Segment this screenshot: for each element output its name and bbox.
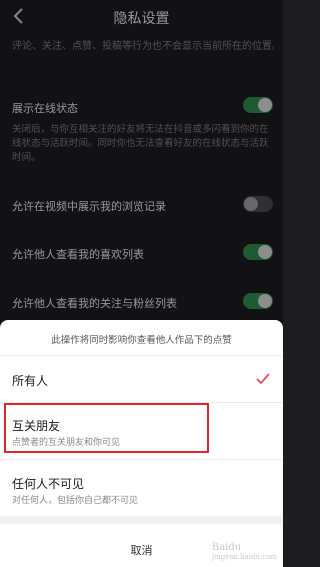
option-nobody[interactable]: 任何人不可见 对任何人，包括你自己都不可见 (0, 460, 283, 516)
option-nobody-label: 任何人不可见 (12, 477, 85, 491)
watermark: Baidu jingyan.baidu.com (212, 542, 277, 561)
option-everyone[interactable]: 所有人 (0, 356, 283, 402)
option-everyone-label: 所有人 (12, 374, 49, 388)
watermark-sub: jingyan.baidu.com (211, 553, 277, 561)
visibility-sheet: 此操作将同时影响你查看他人作品下的点赞 所有人 互关朋友 点赞者的互关朋友和你可… (0, 320, 283, 567)
option-nobody-desc: 对任何人，包括你自己都不可见 (12, 496, 139, 506)
watermark-main: Baidu (211, 542, 242, 553)
highlight-box (4, 403, 209, 453)
sheet-gap (0, 516, 283, 524)
sheet-hint: 此操作将同时影响你查看他人作品下的点赞 (51, 335, 232, 346)
checkmark-icon (256, 373, 270, 385)
